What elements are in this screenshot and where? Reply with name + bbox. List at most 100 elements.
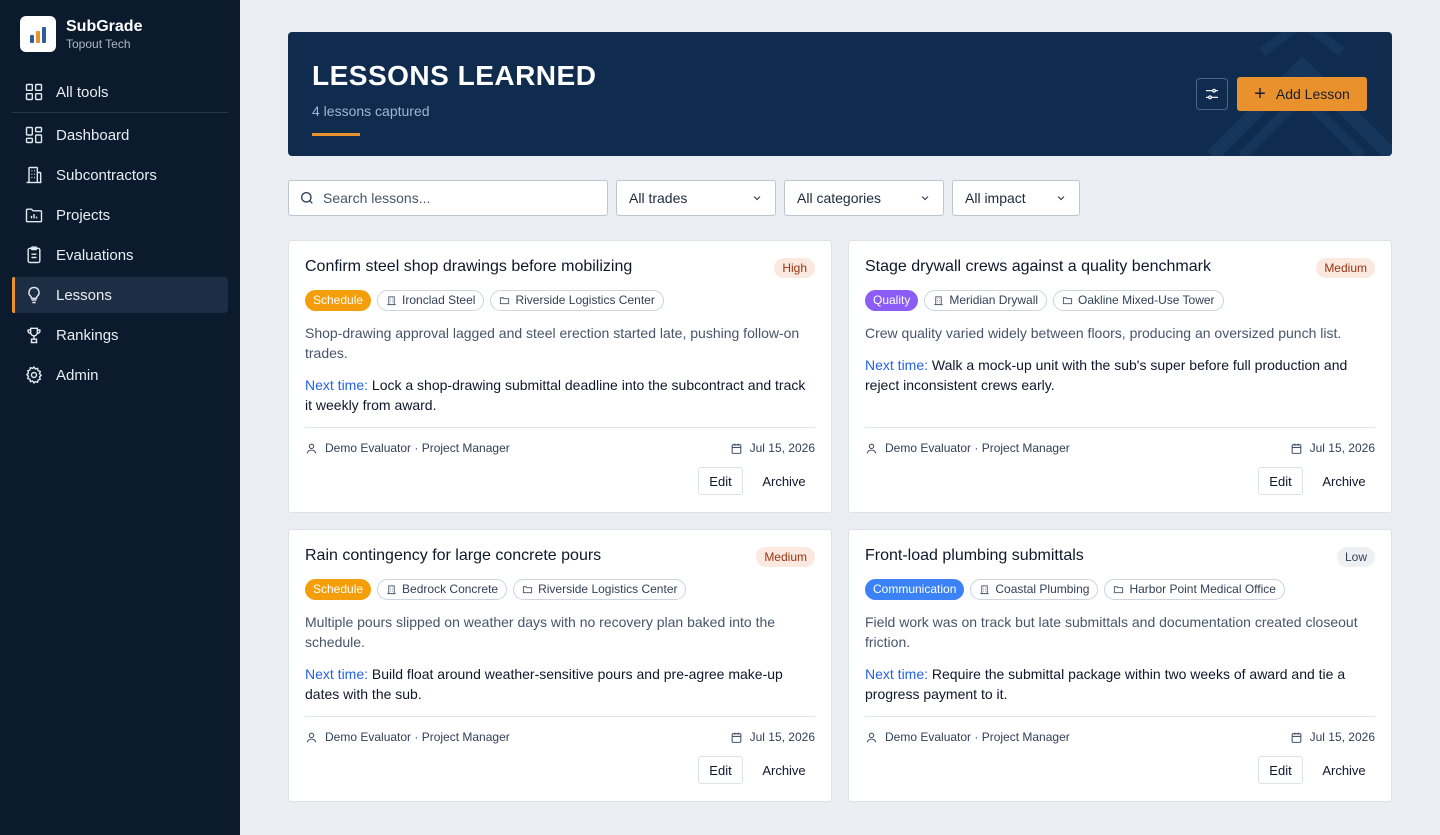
- lesson-date: Jul 15, 2026: [1290, 441, 1375, 455]
- subcontractor-tag[interactable]: Meridian Drywall: [924, 290, 1048, 311]
- next-time-note: Next time: Walk a mock-up unit with the …: [865, 355, 1370, 395]
- add-lesson-label: Add Lesson: [1275, 86, 1350, 102]
- brand[interactable]: SubGrade Topout Tech: [20, 16, 142, 52]
- subcontractor-name: Meridian Drywall: [949, 293, 1039, 307]
- impact-select[interactable]: All impact: [952, 180, 1080, 216]
- subcontractor-tag[interactable]: Coastal Plumbing: [970, 579, 1099, 600]
- category-tag: Quality: [865, 290, 919, 311]
- sidebar-item-subcontractors[interactable]: Subcontractors: [12, 157, 228, 193]
- page-title: LESSONS LEARNED: [312, 60, 597, 91]
- edit-button[interactable]: Edit: [1258, 756, 1303, 784]
- next-time-note: Next time: Build float around weather-se…: [305, 664, 810, 704]
- sidebar-item-admin[interactable]: Admin: [12, 357, 228, 393]
- archive-button[interactable]: Archive: [752, 467, 816, 495]
- lesson-title: Confirm steel shop drawings before mobil…: [305, 258, 633, 275]
- search-box[interactable]: [288, 180, 608, 216]
- lesson-tags: Schedule Bedrock Concrete Riverside Logi…: [305, 579, 687, 600]
- lesson-tags: Quality Meridian Drywall Oakline Mixed-U…: [865, 290, 1224, 311]
- lesson-author: Demo Evaluator · Project Manager: [305, 441, 510, 455]
- sidebar-item-label: Lessons: [56, 286, 112, 304]
- gear-icon: [25, 366, 43, 384]
- subcontractor-name: Ironclad Steel: [402, 293, 476, 307]
- subcontractor-tag[interactable]: Bedrock Concrete: [377, 579, 508, 600]
- impact-badge: High: [774, 258, 815, 278]
- lesson-card: Front-load plumbing submittals Low Commu…: [848, 529, 1392, 802]
- lesson-card: Confirm steel shop drawings before mobil…: [288, 240, 832, 513]
- project-tag[interactable]: Oakline Mixed-Use Tower: [1053, 290, 1224, 311]
- folder-icon: [500, 297, 510, 305]
- next-time-text: Require the submittal package within two…: [865, 666, 1346, 702]
- impact-badge: Medium: [1316, 258, 1375, 278]
- building-icon: [387, 585, 396, 595]
- impact-select-value: All impact: [965, 190, 1026, 206]
- grid-icon: [25, 83, 43, 101]
- edit-button[interactable]: Edit: [1258, 467, 1303, 495]
- page-header: LESSONS LEARNED 4 lessons captured + Add…: [288, 32, 1392, 156]
- lesson-author: Demo Evaluator · Project Manager: [865, 441, 1070, 455]
- sidebar-item-label: Admin: [56, 366, 99, 384]
- lesson-date: Jul 15, 2026: [730, 441, 815, 455]
- calendar-icon: [731, 732, 741, 743]
- project-name: Oakline Mixed-Use Tower: [1078, 293, 1215, 307]
- author-text: Demo Evaluator · Project Manager: [885, 441, 1070, 455]
- category-tag: Communication: [865, 579, 965, 600]
- folder-chart-icon: [25, 208, 43, 223]
- sidebar-item-label: Projects: [56, 206, 111, 224]
- user-icon: [306, 443, 317, 454]
- project-tag[interactable]: Riverside Logistics Center: [513, 579, 687, 600]
- trophy-icon: [27, 327, 41, 344]
- card-divider: [305, 716, 815, 717]
- next-time-note: Next time: Require the submittal package…: [865, 664, 1370, 704]
- sidebar-item-label: Evaluations: [56, 246, 134, 264]
- calendar-icon: [1291, 443, 1301, 454]
- building-icon: [980, 585, 989, 595]
- calendar-icon: [1291, 732, 1301, 743]
- next-time-note: Next time: Lock a shop-drawing submittal…: [305, 375, 810, 415]
- lesson-card: Stage drywall crews against a quality be…: [848, 240, 1392, 513]
- folder-icon: [1114, 586, 1124, 594]
- subcontractor-name: Coastal Plumbing: [995, 582, 1090, 596]
- add-lesson-button[interactable]: + Add Lesson: [1237, 77, 1367, 111]
- edit-button[interactable]: Edit: [698, 467, 743, 495]
- subcontractor-tag[interactable]: Ironclad Steel: [377, 290, 485, 311]
- lesson-author: Demo Evaluator · Project Manager: [865, 730, 1070, 744]
- calendar-icon: [731, 443, 741, 454]
- plus-icon: +: [1254, 83, 1266, 105]
- user-icon: [866, 443, 877, 454]
- sidebar-item-rankings[interactable]: Rankings: [12, 317, 228, 353]
- trade-select[interactable]: All trades: [616, 180, 776, 216]
- sidebar-item-label: Dashboard: [56, 126, 130, 144]
- edit-button[interactable]: Edit: [698, 756, 743, 784]
- lesson-tags: Communication Coastal Plumbing Harbor Po…: [865, 579, 1285, 600]
- date-text: Jul 15, 2026: [1309, 730, 1375, 744]
- archive-button[interactable]: Archive: [752, 756, 816, 784]
- project-tag[interactable]: Riverside Logistics Center: [490, 290, 664, 311]
- folder-icon: [523, 586, 533, 594]
- archive-button[interactable]: Archive: [1312, 467, 1376, 495]
- sidebar-item-lessons[interactable]: Lessons: [12, 277, 228, 313]
- next-time-label: Next time:: [305, 666, 369, 682]
- lesson-count: 4 lessons captured: [312, 103, 430, 119]
- chevron-down-icon: [1057, 196, 1065, 201]
- project-name: Harbor Point Medical Office: [1129, 582, 1276, 596]
- search-input[interactable]: [323, 190, 593, 206]
- next-time-text: Walk a mock-up unit with the sub's super…: [865, 357, 1348, 393]
- category-tag: Schedule: [305, 579, 372, 600]
- sidebar-item-projects[interactable]: Projects: [12, 197, 228, 233]
- card-divider: [305, 427, 815, 428]
- project-name: Riverside Logistics Center: [538, 582, 678, 596]
- project-tag[interactable]: Harbor Point Medical Office: [1104, 579, 1285, 600]
- sidebar-item-evaluations[interactable]: Evaluations: [12, 237, 228, 273]
- sidebar-item-dashboard[interactable]: Dashboard: [12, 117, 228, 153]
- clipboard-icon: [27, 246, 41, 264]
- archive-button[interactable]: Archive: [1312, 756, 1376, 784]
- date-text: Jul 15, 2026: [749, 441, 815, 455]
- sidebar-item-all-tools[interactable]: All tools: [12, 74, 228, 110]
- sidebar-item-label: All tools: [56, 83, 109, 101]
- nav-divider: [12, 112, 228, 113]
- date-text: Jul 15, 2026: [1309, 441, 1375, 455]
- sidebar-nav: All tools Dashboard Subcontractors Proje…: [12, 74, 228, 397]
- filter-settings-button[interactable]: [1196, 78, 1228, 110]
- user-icon: [866, 732, 877, 743]
- category-select[interactable]: All categories: [784, 180, 944, 216]
